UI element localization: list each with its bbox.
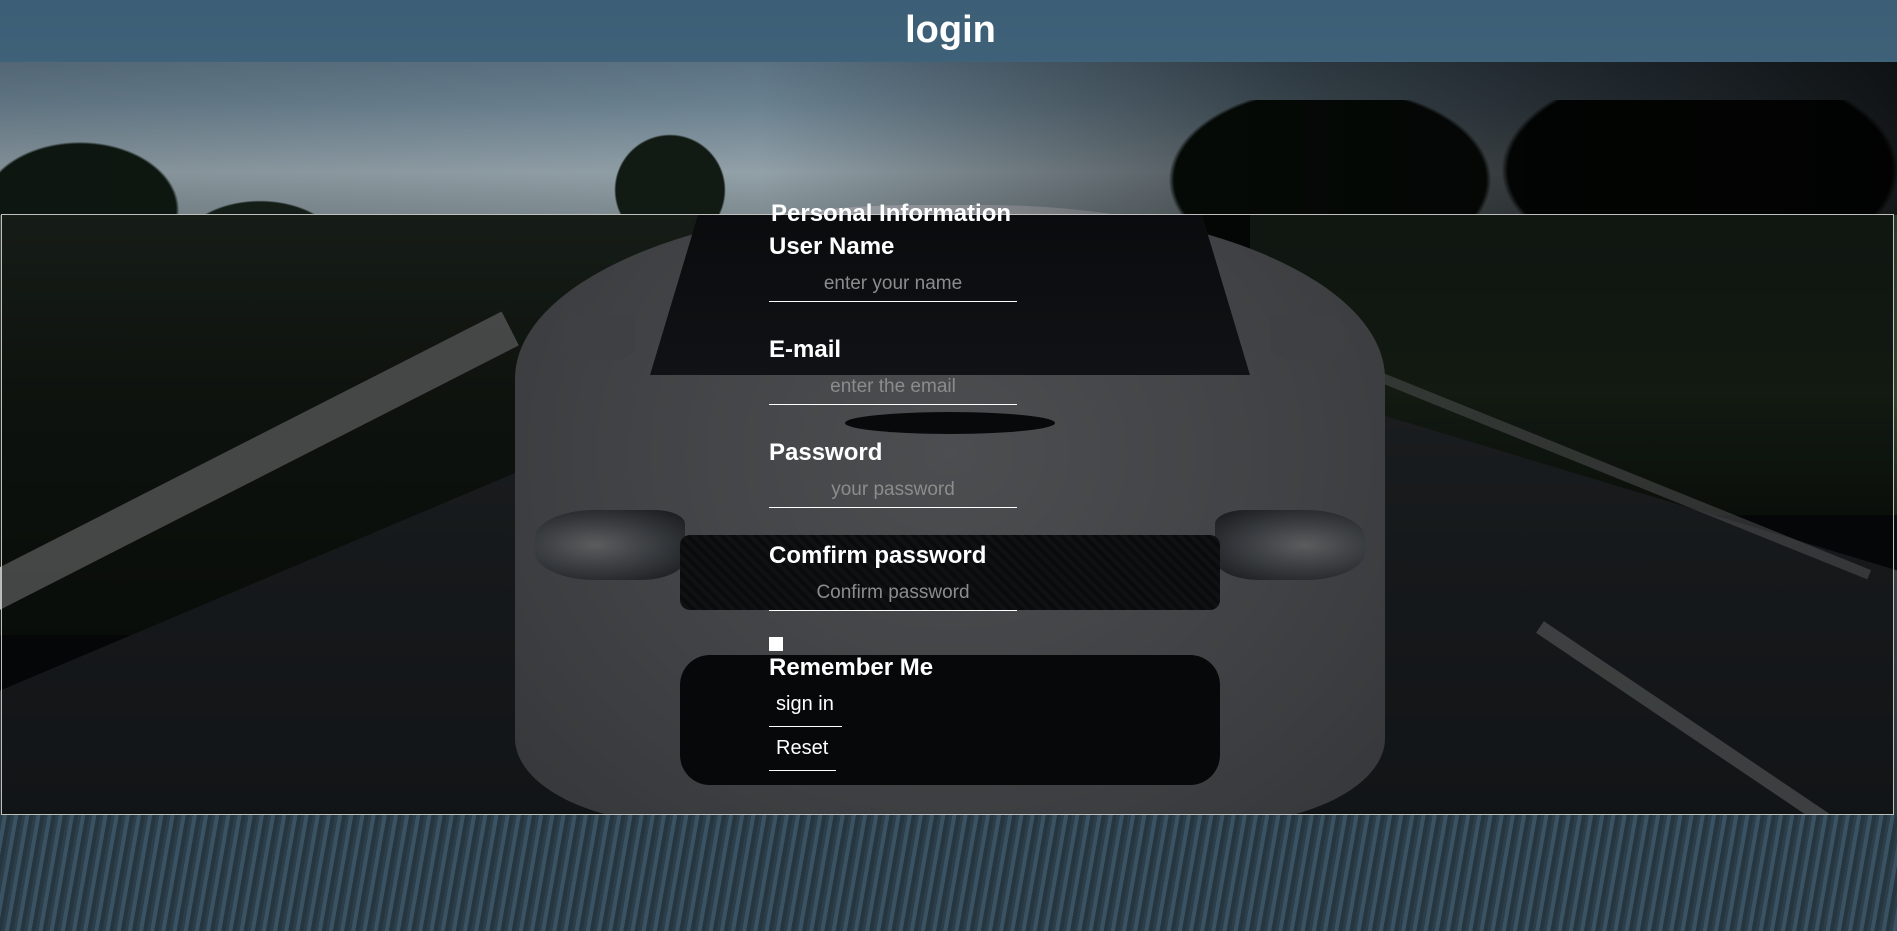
username-label: User Name [769,233,895,260]
reset-button[interactable]: Reset [769,731,836,771]
road-bottom-strip [0,815,1897,931]
remember-me-label: Remember Me [769,654,934,681]
username-input[interactable] [769,267,1017,302]
remember-me-row: Remember Me [769,637,1029,682]
form-legend: Personal Information [771,200,1012,227]
password-label: Password [769,439,883,466]
confirm-password-input[interactable] [769,576,1017,611]
confirm-password-label: Comfirm password [769,542,987,569]
email-input[interactable] [769,370,1017,405]
password-input[interactable] [769,473,1017,508]
overlay-shade [0,62,1897,215]
form-fields: User Name E-mail Password Comfirm passwo… [769,233,1029,771]
login-form: Personal Information User Name E-mail Pa… [1,200,1894,815]
sign-in-button[interactable]: sign in [769,687,842,727]
email-label: E-mail [769,336,842,363]
remember-me-checkbox[interactable] [769,637,783,651]
page-header: login [0,0,1897,62]
page-title: login [905,8,996,51]
